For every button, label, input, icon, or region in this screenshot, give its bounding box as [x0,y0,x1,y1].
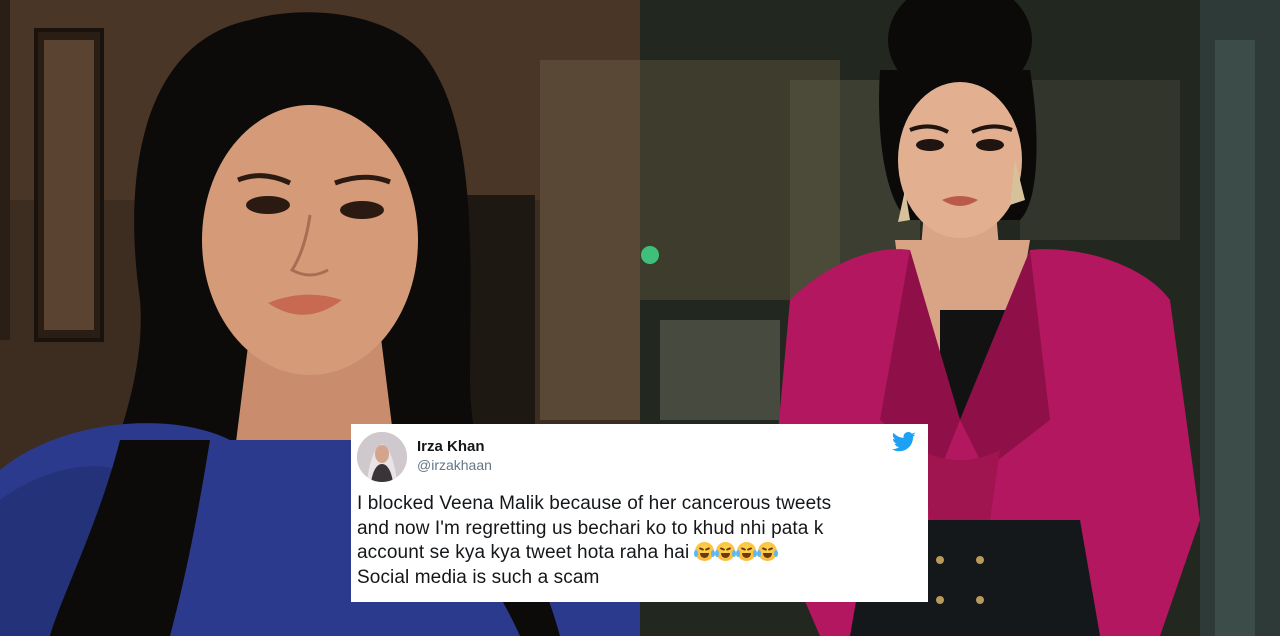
tweet-text: I blocked Veena Malik because of her can… [357,492,916,591]
twitter-bird-icon [892,432,916,452]
tweet-line: account se kya kya tweet hota raha hai [357,541,916,566]
face-with-tears-of-joy-icon [693,542,715,562]
face-with-tears-of-joy-icon [756,542,778,562]
tweet-card: Irza Khan @irzakhaan I blocked Veena Mal… [351,424,928,602]
face-with-tears-of-joy-icon [714,542,736,562]
tweet-line: and now I'm regretting us bechari ko to … [357,517,824,539]
user-display-name[interactable]: Irza Khan [417,438,492,457]
user-avatar[interactable] [357,431,407,482]
tweet-line: I blocked Veena Malik because of her can… [357,493,832,514]
face-with-tears-of-joy-icon [735,542,757,562]
meme-image: Irza Khan @irzakhaan I blocked Veena Mal… [0,0,1280,636]
user-info: Irza Khan @irzakhaan [417,438,492,474]
tweet-header: Irza Khan @irzakhaan [357,429,916,484]
tweet-line: Social media is such a scam [357,567,600,589]
user-handle[interactable]: @irzakhaan [417,457,492,475]
tweet-line-text: account se kya kya tweet hota raha hai [357,542,690,564]
